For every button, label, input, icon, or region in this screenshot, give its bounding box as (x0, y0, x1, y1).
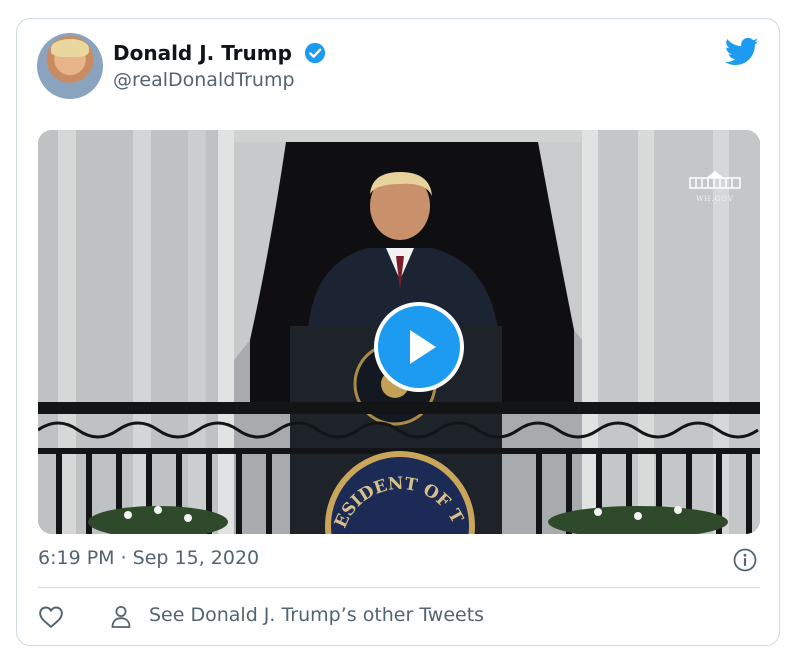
info-icon[interactable] (733, 548, 757, 572)
verified-badge-icon (304, 42, 326, 64)
heart-icon[interactable] (38, 605, 64, 629)
tweet-timestamp[interactable]: 6:19 PM · Sep 15, 2020 (38, 547, 259, 569)
video-player[interactable]: ESIDENT OF THE UN WH.GOV (38, 130, 760, 534)
play-button[interactable] (374, 302, 464, 392)
twitter-bird-icon[interactable] (725, 37, 759, 67)
whitehouse-watermark: WH.GOV (686, 168, 744, 203)
tweet-card: Donald J. Trump @realDonaldTrump ESIDENT… (16, 18, 780, 646)
other-tweets-link[interactable]: See Donald J. Trump’s other Tweets (149, 604, 484, 626)
author-name[interactable]: Donald J. Trump (113, 41, 292, 65)
avatar-hair (51, 39, 89, 57)
watermark-text: WH.GOV (696, 195, 734, 203)
person-icon (111, 606, 131, 628)
author-handle[interactable]: @realDonaldTrump (113, 69, 295, 91)
avatar[interactable] (37, 33, 103, 99)
whitehouse-icon (689, 171, 741, 189)
divider (38, 587, 760, 588)
play-icon (410, 330, 436, 364)
